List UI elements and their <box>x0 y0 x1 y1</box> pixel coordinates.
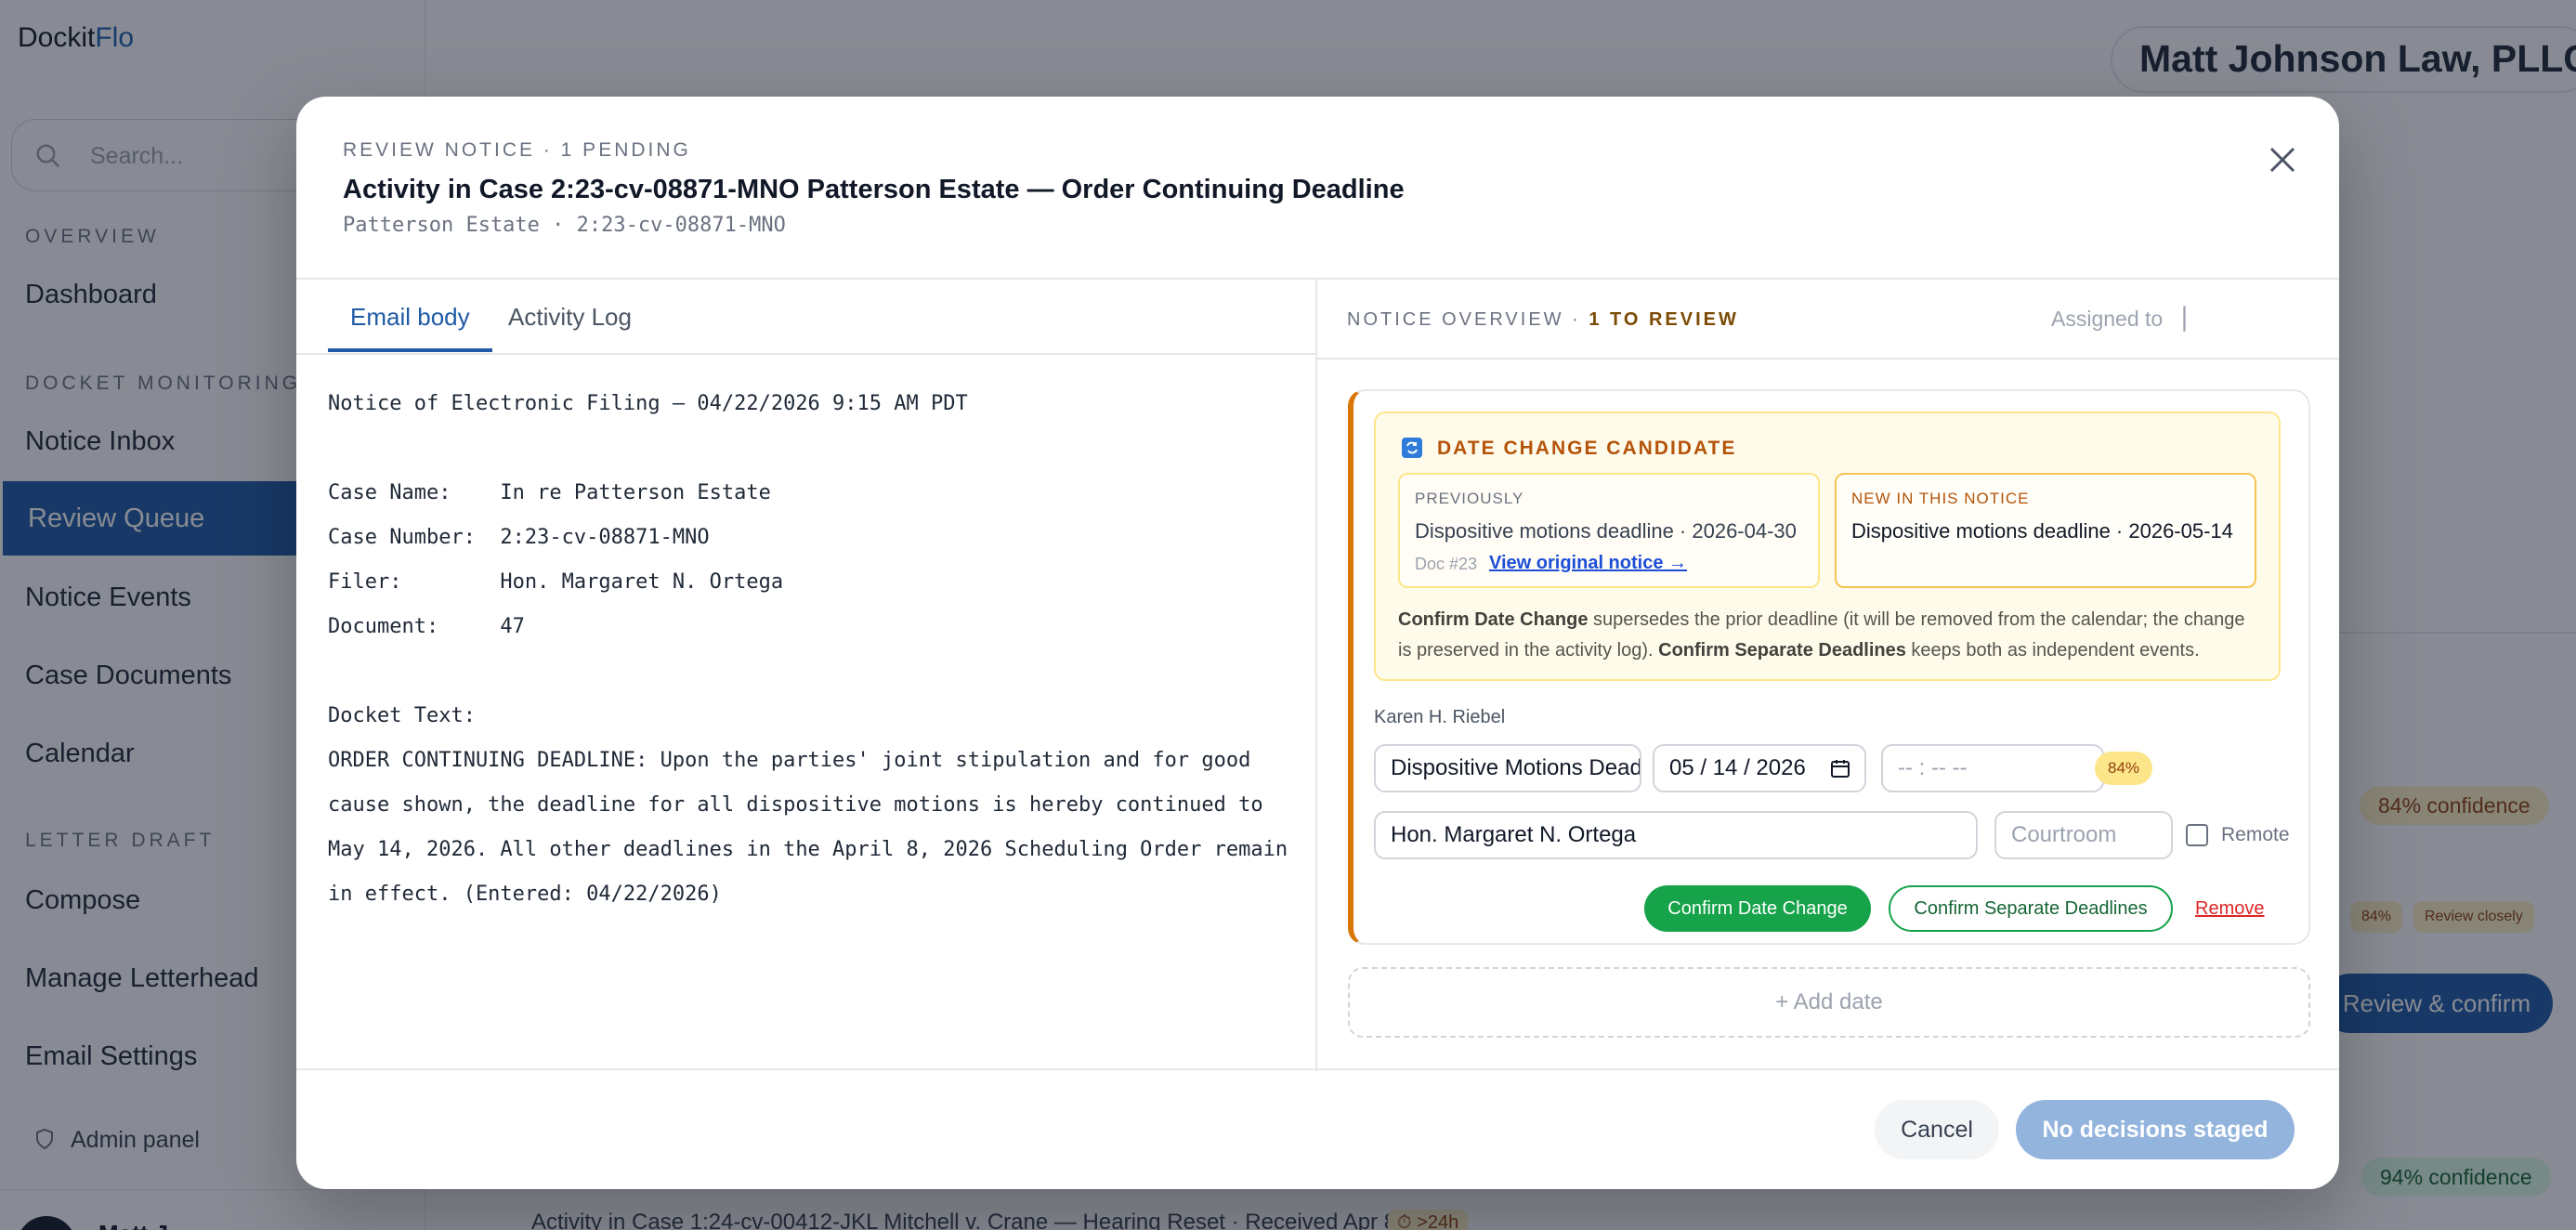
cancel-button[interactable]: Cancel <box>1875 1100 1999 1159</box>
previous-deadline-box: PREVIOUSLY Dispositive motions deadline … <box>1398 473 1820 588</box>
review-count: 1 TO REVIEW <box>1589 309 1739 330</box>
new-deadline-value: Dispositive motions deadline · 2026-05-1… <box>1851 519 2233 543</box>
assigned-to-dropdown[interactable]: Assigned to ▕ <box>2051 307 2185 332</box>
email-panel: Email body Activity Log Notice of Electr… <box>296 280 1317 1071</box>
date-change-title: DATE CHANGE CANDIDATE <box>1437 438 1737 459</box>
modal-title: Activity in Case 2:23-cv-08871-MNO Patte… <box>343 175 1405 204</box>
confirm-separate-deadlines-button[interactable]: Confirm Separate Deadlines <box>1889 885 2173 932</box>
submit-decisions-button[interactable]: No decisions staged <box>2016 1100 2295 1159</box>
remote-label: Remote <box>2221 824 2290 845</box>
remove-button[interactable]: Remove <box>2195 898 2264 920</box>
close-icon[interactable] <box>2256 134 2308 186</box>
event-author: Karen H. Riebel <box>1374 707 1506 727</box>
courtroom-input[interactable]: Courtroom <box>1994 811 2173 859</box>
new-in-notice-label: NEW IN THIS NOTICE <box>1851 490 2030 507</box>
tab-email-body[interactable]: Email body <box>328 280 492 352</box>
calendar-icon[interactable] <box>1829 757 1851 779</box>
doc-reference: Doc #23 <box>1415 555 1478 573</box>
view-original-notice-link[interactable]: View original notice → <box>1489 553 1687 574</box>
date-change-candidate: DATE CHANGE CANDIDATE PREVIOUSLY Disposi… <box>1374 412 2281 681</box>
previous-deadline-value: Dispositive motions deadline · 2026-04-3… <box>1415 519 1797 543</box>
new-deadline-box: NEW IN THIS NOTICE Dispositive motions d… <box>1835 473 2256 588</box>
confidence-badge: 84% <box>2095 752 2153 785</box>
email-body-text: Notice of Electronic Filing — 04/22/2026… <box>328 392 1288 906</box>
date-input[interactable]: 05 / 14 / 2026 <box>1653 744 1866 792</box>
confirm-date-change-button[interactable]: Confirm Date Change <box>1644 885 1871 932</box>
divider <box>1317 358 2339 360</box>
divider <box>296 353 1317 355</box>
modal-eyebrow: REVIEW NOTICE · 1 PENDING <box>343 139 691 161</box>
divider <box>296 1068 2339 1070</box>
previously-label: PREVIOUSLY <box>1415 490 1524 507</box>
sync-icon <box>1402 438 1422 458</box>
modal-subtitle: Patterson Estate · 2:23-cv-08871-MNO <box>343 214 786 237</box>
remote-checkbox[interactable] <box>2186 824 2208 846</box>
event-title-input[interactable]: Dispositive Motions Deadline <box>1374 744 1641 792</box>
time-input[interactable]: -- : -- -- <box>1881 744 2104 792</box>
add-date-button[interactable]: + Add date <box>1348 967 2310 1038</box>
judge-input[interactable]: Hon. Margaret N. Ortega <box>1374 811 1978 859</box>
overview-label: NOTICE OVERVIEW · 1 TO REVIEW <box>1347 309 1739 330</box>
event-card: DATE CHANGE CANDIDATE PREVIOUSLY Disposi… <box>1348 389 2310 945</box>
tab-activity-log[interactable]: Activity Log <box>486 280 654 352</box>
notice-overview-panel: NOTICE OVERVIEW · 1 TO REVIEW Assigned t… <box>1317 280 2339 1071</box>
date-change-help-text: Confirm Date Change supersedes the prior… <box>1398 609 2245 661</box>
review-notice-modal: REVIEW NOTICE · 1 PENDING Activity in Ca… <box>296 97 2339 1189</box>
